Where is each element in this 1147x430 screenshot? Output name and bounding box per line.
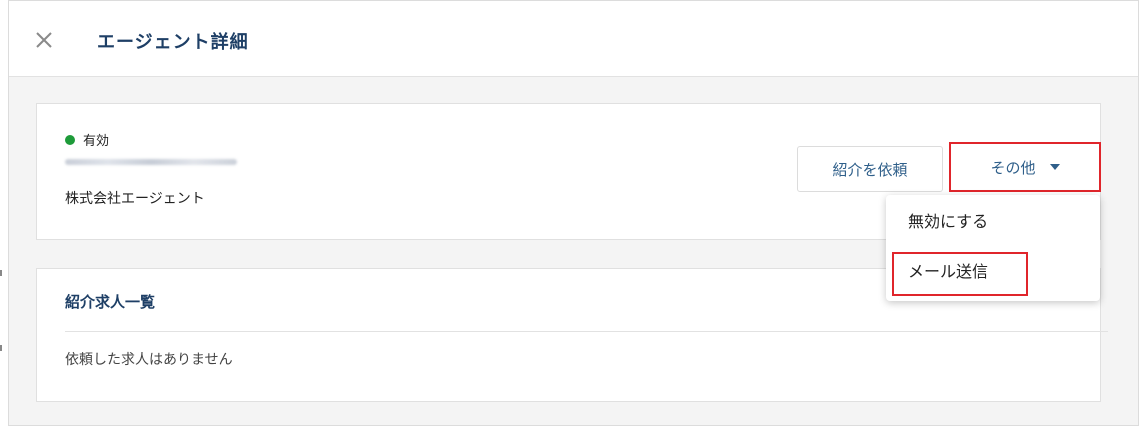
status-badge: 有効	[65, 130, 109, 149]
status-dot-icon	[65, 134, 75, 145]
status-label: 有効	[83, 134, 110, 149]
more-menu-label: その他	[990, 158, 1036, 177]
company-name: 株式会社エージェント	[65, 191, 205, 207]
more-dropdown-menu: 無効にする メール送信	[886, 195, 1100, 301]
menu-item-deactivate[interactable]: 無効にする	[886, 197, 1100, 243]
panel-header: エージェント詳細	[9, 1, 1138, 77]
edge-artifact	[0, 270, 2, 276]
agent-detail-panel: エージェント詳細 有効 株式会社エージェント 紹介を依頼 その他 紹介求人一覧 …	[8, 0, 1139, 426]
divider	[65, 331, 1108, 332]
empty-message: 依頼した求人はありません	[65, 352, 233, 368]
menu-item-send-email[interactable]: メール送信	[886, 247, 1100, 293]
close-icon[interactable]	[33, 29, 55, 51]
caret-down-icon	[1049, 164, 1060, 170]
edge-artifact	[0, 345, 2, 351]
request-referral-button[interactable]: 紹介を依頼	[797, 146, 943, 192]
more-menu-button[interactable]: その他	[949, 142, 1101, 192]
section-title: 紹介求人一覧	[65, 293, 156, 311]
page-title: エージェント詳細	[97, 32, 249, 53]
redacted-email	[65, 159, 237, 165]
